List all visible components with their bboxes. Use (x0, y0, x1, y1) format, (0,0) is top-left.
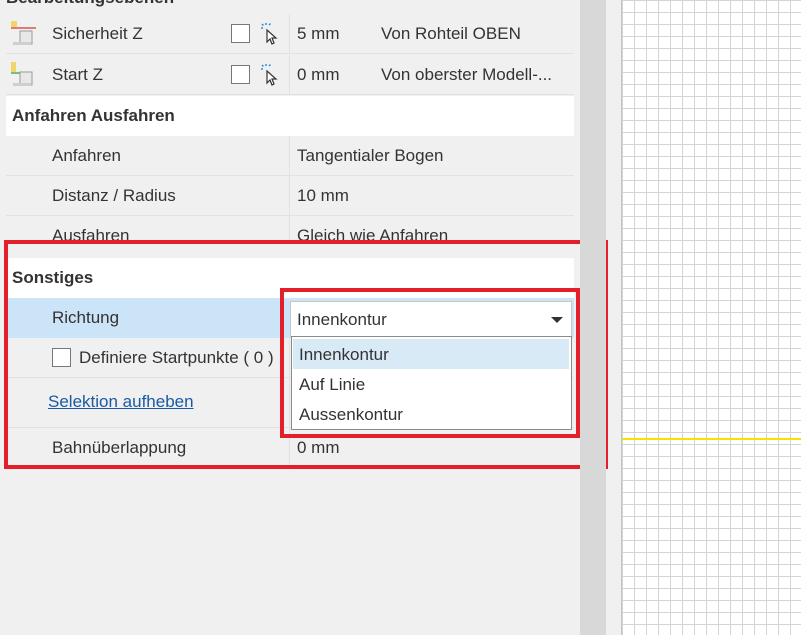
row-anfahren[interactable]: Anfahren Tangentialer Bogen (6, 136, 574, 176)
row-label-cell: Anfahren (6, 136, 290, 176)
sicherheit-z-value[interactable]: 5 mm (297, 24, 340, 44)
distanz-value[interactable]: 10 mm (297, 186, 349, 206)
row-sicherheit-z[interactable]: Sicherheit Z 5 mm Von Rohteil OBEN (6, 14, 574, 54)
sicherheit-z-label: Sicherheit Z (52, 24, 143, 43)
properties-panel: Bearbeitungsebenen Sicherheit Z 5 mm Von (0, 0, 608, 635)
highlight-frame-dropdown (280, 288, 580, 438)
row-label-cell: Start Z (6, 55, 290, 95)
start-z-value[interactable]: 0 mm (297, 65, 340, 85)
plane-icon (11, 21, 36, 45)
grid-guide-line (622, 438, 801, 440)
start-z-label: Start Z (52, 65, 104, 84)
plane-icon (11, 62, 33, 86)
pick-cursor-icon[interactable] (258, 63, 282, 87)
section-title: Anfahren Ausfahren (12, 106, 175, 125)
sicherheit-z-checkbox[interactable] (231, 24, 250, 43)
section-header-bearbeitungsebenen: Bearbeitungsebenen (6, 0, 174, 8)
graphics-viewport-grid[interactable] (621, 0, 801, 635)
anfahren-label: Anfahren (52, 146, 121, 165)
row-start-z[interactable]: Start Z 0 mm Von oberster Modell-... (6, 55, 574, 95)
start-z-checkbox[interactable] (231, 65, 250, 84)
row-distanz-radius[interactable]: Distanz / Radius 10 mm (6, 176, 574, 216)
sicherheit-z-reference[interactable]: Von Rohteil OBEN (381, 24, 521, 44)
distanz-label: Distanz / Radius (52, 186, 176, 205)
row-label-cell: Distanz / Radius (6, 176, 290, 216)
start-z-reference[interactable]: Von oberster Modell-... (381, 65, 552, 85)
anfahren-value[interactable]: Tangentialer Bogen (297, 146, 444, 166)
section-header-anfahren-ausfahren[interactable]: Anfahren Ausfahren (6, 96, 574, 136)
panel-scrollbar-gutter[interactable] (580, 0, 606, 635)
row-label-cell: Sicherheit Z (6, 14, 290, 54)
pick-cursor-icon[interactable] (258, 22, 282, 46)
